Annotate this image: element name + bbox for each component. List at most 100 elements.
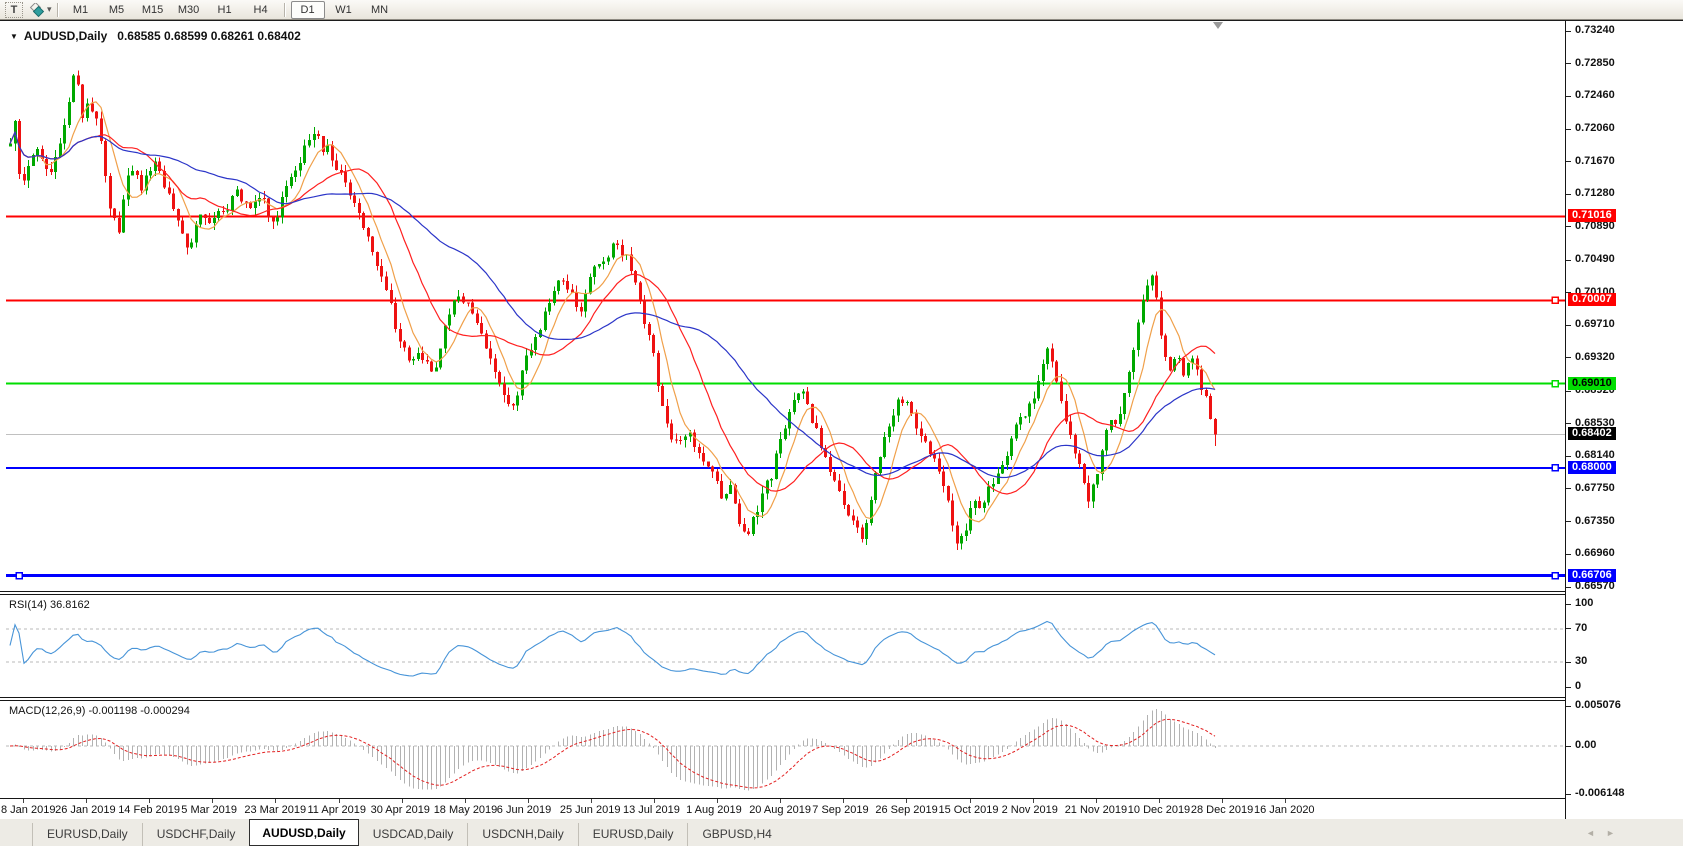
chart-tab-audusd-daily[interactable]: AUDUSD,Daily (249, 819, 358, 846)
symbol-title: AUDUSD,Daily (24, 29, 107, 43)
tab-scroll-left-icon[interactable]: ◄ (1586, 828, 1595, 838)
chart-tab-usdcad-daily[interactable]: USDCAD,Daily (359, 823, 468, 846)
macd-indicator-pane[interactable] (6, 701, 1565, 798)
price-tick-label: 0.66570 (1575, 580, 1615, 592)
date-tick-label: 26 Sep 2019 (875, 804, 937, 816)
date-tick-label: 21 Nov 2019 (1065, 804, 1127, 816)
price-tick-label: 0.70490 (1575, 253, 1615, 265)
chart-tab-gbpusd-h4[interactable]: GBPUSD,H4 (687, 823, 785, 846)
chart-tab-eurusd-daily[interactable]: EURUSD,Daily (578, 823, 688, 846)
axis-tick-mark (1566, 794, 1571, 795)
date-tick-mark (1285, 799, 1286, 803)
axis-tick-mark (1566, 628, 1571, 629)
date-tick-label: 18 May 2019 (434, 804, 498, 816)
date-tick-mark (1222, 799, 1223, 803)
axis-tick-mark (1566, 554, 1571, 555)
diamonds-icon (29, 3, 45, 17)
chart-tab-usdcnh-daily[interactable]: USDCNH,Daily (467, 823, 577, 846)
rsi-tick-label: 0 (1575, 680, 1581, 692)
chart-title: ▼ AUDUSD,Daily 0.68585 0.68599 0.68261 0.6… (10, 29, 301, 43)
tab-scroll-right-icon[interactable]: ► (1606, 828, 1615, 838)
timeframe-button-h4[interactable]: H4 (244, 1, 278, 19)
axis-tick-mark (1566, 521, 1571, 522)
timeframe-button-m5[interactable]: M5 (100, 1, 134, 19)
pane-separator[interactable] (0, 591, 1683, 595)
date-tick-label: 14 Feb 2019 (118, 804, 180, 816)
main-price-pane[interactable] (6, 23, 1565, 591)
text-tool-button[interactable]: T (5, 2, 23, 18)
axis-tick-mark (1566, 456, 1571, 457)
date-tick-mark (970, 799, 971, 803)
axis-tick-mark (1566, 325, 1571, 326)
rsi-tick-label: 30 (1575, 655, 1587, 667)
axis-tick-mark (1566, 63, 1571, 64)
timeframe-button-mn[interactable]: MN (363, 1, 397, 19)
macd-tick-label: 0.005076 (1575, 699, 1621, 711)
axis-tick-mark (1566, 391, 1571, 392)
date-tick-label: 23 Mar 2019 (244, 804, 306, 816)
date-tick-label: 16 Jan 2020 (1254, 804, 1315, 816)
date-tick-label: 15 Oct 2019 (939, 804, 999, 816)
rsi-indicator-pane[interactable] (6, 595, 1565, 697)
date-tick-label: 13 Jul 2019 (623, 804, 680, 816)
price-tick-label: 0.69320 (1575, 351, 1615, 363)
date-tick-mark (906, 799, 907, 803)
date-tick-mark (591, 799, 592, 803)
axis-tick-mark (1566, 96, 1571, 97)
axis-tick-mark (1566, 129, 1571, 130)
pane-separator[interactable] (0, 697, 1683, 701)
chart-tab-usdchf-daily[interactable]: USDCHF,Daily (142, 823, 250, 846)
chart-shift-marker[interactable] (1213, 22, 1223, 29)
price-tick-label: 0.73240 (1575, 24, 1615, 36)
axis-tick-mark (1566, 31, 1571, 32)
date-tick-mark (465, 799, 466, 803)
price-tick-label: 0.72850 (1575, 57, 1615, 69)
timeframe-button-h1[interactable]: H1 (208, 1, 242, 19)
date-tick-label: 26 Jan 2019 (55, 804, 116, 816)
date-tick-label: 28 Dec 2019 (1191, 804, 1253, 816)
toolbar-separator (284, 3, 285, 17)
price-tick-label: 0.71280 (1575, 187, 1615, 199)
ohlc-quote: 0.68585 0.68599 0.68261 0.68402 (117, 29, 301, 43)
axis-tick-mark (1566, 662, 1571, 663)
date-tick-mark (654, 799, 655, 803)
date-tick-label: 7 Sep 2019 (812, 804, 868, 816)
timeframe-button-m15[interactable]: M15 (136, 1, 170, 19)
date-tick-label: 30 Apr 2019 (371, 804, 430, 816)
chart-menu-icon[interactable]: ▼ (10, 32, 18, 41)
date-tick-mark (402, 799, 403, 803)
date-tick-label: 2 Nov 2019 (1002, 804, 1058, 816)
level-price-badge: 0.70007 (1568, 293, 1616, 306)
axis-tick-mark (1566, 687, 1571, 688)
timeframe-button-m30[interactable]: M30 (172, 1, 206, 19)
chevron-down-icon: ▾ (47, 4, 52, 15)
timeframe-button-m1[interactable]: M1 (64, 1, 98, 19)
date-tick-label: 11 Apr 2019 (308, 804, 367, 816)
date-tick-mark (339, 799, 340, 803)
chart-tab-eurusd-daily[interactable]: EURUSD,Daily (32, 823, 142, 846)
price-tick-label: 0.72460 (1575, 89, 1615, 101)
axis-tick-mark (1566, 260, 1571, 261)
date-tick-mark (780, 799, 781, 803)
macd-tick-label: -0.006148 (1575, 787, 1625, 799)
date-axis[interactable]: 8 Jan 201926 Jan 201914 Feb 20195 Mar 20… (0, 798, 1683, 819)
mt4-workspace: { "toolbar": { "text_tool_label": "T", "… (0, 0, 1683, 846)
date-tick-mark (528, 799, 529, 803)
date-tick-mark (212, 799, 213, 803)
timeframe-button-w1[interactable]: W1 (327, 1, 361, 19)
axis-tick-mark (1566, 226, 1571, 227)
price-axis[interactable]: 0.732400.728500.724600.720600.716700.712… (1565, 21, 1683, 819)
price-tick-label: 0.67350 (1575, 515, 1615, 527)
drawing-style-button[interactable]: ▾ (29, 3, 52, 17)
level-price-badge: 0.68000 (1568, 461, 1616, 474)
top-toolbar: T ▾ M1M5M15M30H1H4 D1W1MN (0, 0, 1683, 20)
date-tick-label: 8 Jan 2019 (1, 804, 55, 816)
date-tick-label: 6 Jun 2019 (497, 804, 551, 816)
timeframe-button-d1[interactable]: D1 (291, 1, 325, 19)
date-tick-mark (275, 799, 276, 803)
date-tick-label: 10 Dec 2019 (1128, 804, 1190, 816)
macd-label: MACD(12,26,9) -0.001198 -0.000294 (9, 705, 190, 717)
date-tick-mark (23, 799, 24, 803)
axis-tick-mark (1566, 604, 1571, 605)
macd-tick-label: 0.00 (1575, 739, 1596, 751)
